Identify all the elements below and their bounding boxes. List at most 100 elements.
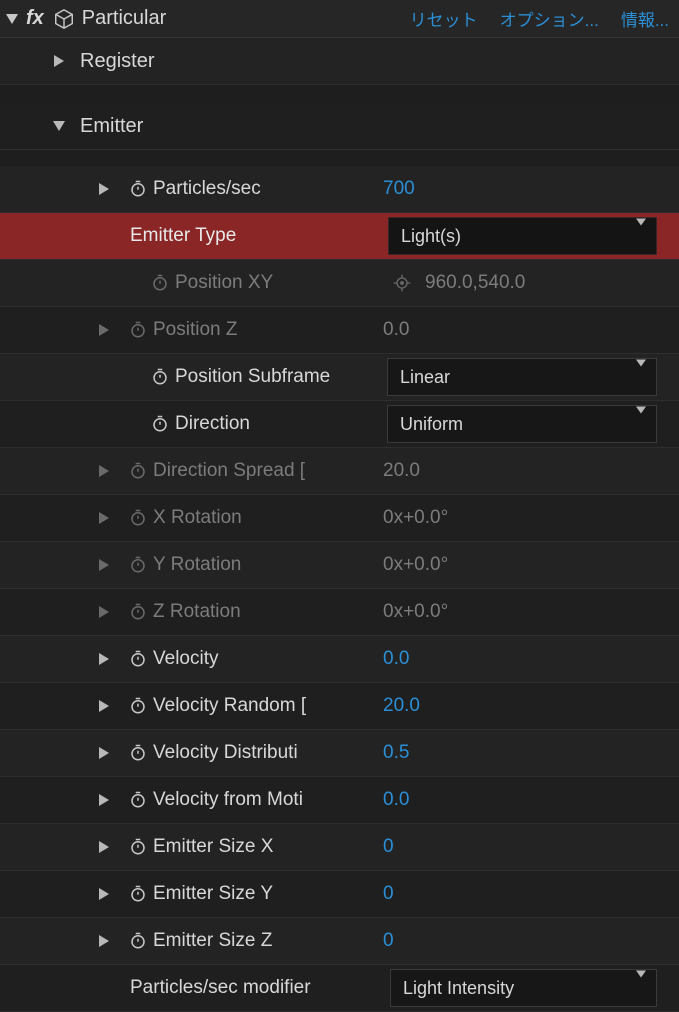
prop-label: Direction Spread [: [153, 460, 305, 481]
row-position-subframe: Position Subframe Linear: [0, 354, 679, 401]
row-x-rotation: X Rotation 0x+0.0°: [0, 495, 679, 542]
effect-panel: fx Particular リセット オプション... 情報... Regist…: [0, 0, 679, 1012]
stopwatch-icon[interactable]: [123, 744, 153, 762]
dropdown-value: Light Intensity: [403, 978, 514, 999]
row-direction: Direction Uniform: [0, 401, 679, 448]
twirl[interactable]: [95, 700, 113, 712]
prop-value[interactable]: 0.5: [383, 742, 409, 764]
prop-value[interactable]: 0.0: [383, 648, 409, 670]
collapse-toggle-icon[interactable]: [6, 14, 18, 24]
row-emitter-size-z: Emitter Size Z 0: [0, 918, 679, 965]
chevron-down-icon: [636, 219, 646, 246]
prop-value[interactable]: 0x+0.0°: [383, 554, 448, 576]
stopwatch-icon[interactable]: [123, 650, 153, 668]
stopwatch-icon[interactable]: [123, 462, 153, 480]
chevron-down-icon: [636, 407, 646, 434]
prop-value[interactable]: 20.0: [383, 460, 420, 482]
twirl[interactable]: [95, 747, 113, 759]
row-emitter-type: Emitter Type Light(s): [0, 213, 679, 260]
stopwatch-icon[interactable]: [123, 791, 153, 809]
psm-dropdown[interactable]: Light Intensity: [390, 969, 657, 1007]
row-z-rotation: Z Rotation 0x+0.0°: [0, 589, 679, 636]
twirl[interactable]: [95, 606, 113, 618]
prop-value[interactable]: 960.0,540.0: [425, 272, 525, 294]
position-subframe-dropdown[interactable]: Linear: [387, 358, 657, 396]
twirl[interactable]: [95, 888, 113, 900]
twirl[interactable]: [95, 653, 113, 665]
prop-label: Y Rotation: [153, 554, 241, 575]
prop-value[interactable]: 0: [383, 883, 394, 905]
twirl[interactable]: [95, 324, 113, 336]
group-emitter[interactable]: Emitter: [0, 103, 679, 150]
dropdown-value: Linear: [400, 367, 450, 388]
group-register[interactable]: Register: [0, 38, 679, 85]
stopwatch-icon[interactable]: [123, 697, 153, 715]
twirl[interactable]: [95, 559, 113, 571]
prop-label: Position Z: [153, 319, 237, 340]
row-emitter-size-y: Emitter Size Y 0: [0, 871, 679, 918]
prop-value[interactable]: 0.0: [383, 789, 409, 811]
stopwatch-icon[interactable]: [123, 180, 153, 198]
row-velocity-from-motion: Velocity from Moti 0.0: [0, 777, 679, 824]
twirl[interactable]: [95, 935, 113, 947]
stopwatch-icon[interactable]: [123, 509, 153, 527]
prop-label: Particles/sec modifier: [130, 977, 311, 998]
dropdown-value: Light(s): [401, 226, 461, 247]
prop-value[interactable]: 0.0: [383, 319, 409, 341]
row-velocity-random: Velocity Random [ 20.0: [0, 683, 679, 730]
stopwatch-icon[interactable]: [123, 885, 153, 903]
prop-label: Emitter Type: [130, 225, 236, 246]
stopwatch-icon[interactable]: [123, 556, 153, 574]
prop-label: Particles/sec: [153, 178, 261, 199]
row-particles-sec-modifier: Particles/sec modifier Light Intensity: [0, 965, 679, 1012]
prop-label: Velocity Random [: [153, 695, 306, 716]
prop-value[interactable]: 0x+0.0°: [383, 507, 448, 529]
row-velocity-distribution: Velocity Distributi 0.5: [0, 730, 679, 777]
prop-value[interactable]: 0: [383, 930, 394, 952]
fx-badge-icon[interactable]: fx: [26, 7, 44, 30]
stopwatch-icon[interactable]: [145, 415, 175, 433]
prop-label: Position Subframe: [175, 366, 330, 387]
crosshair-icon[interactable]: [387, 273, 417, 293]
reset-link[interactable]: リセット: [410, 6, 478, 31]
prop-label: Emitter Size X: [153, 836, 273, 857]
twirl[interactable]: [95, 183, 113, 195]
group-label: Emitter: [80, 115, 143, 138]
row-position-xy: Position XY 960.0,540.0: [0, 260, 679, 307]
cube-icon: [52, 7, 76, 31]
chevron-down-icon: [636, 971, 646, 998]
stopwatch-icon[interactable]: [145, 368, 175, 386]
info-link[interactable]: 情報...: [621, 6, 669, 31]
prop-label: Position XY: [175, 272, 273, 293]
dropdown-value: Uniform: [400, 414, 463, 435]
stopwatch-icon[interactable]: [123, 603, 153, 621]
twirl-right-icon: [54, 55, 64, 67]
row-particles-sec: Particles/sec 700: [0, 166, 679, 213]
row-velocity: Velocity 0.0: [0, 636, 679, 683]
stopwatch-icon[interactable]: [123, 932, 153, 950]
twirl[interactable]: [95, 512, 113, 524]
prop-label: Z Rotation: [153, 601, 241, 622]
prop-value[interactable]: 0: [383, 836, 394, 858]
prop-label: Direction: [175, 413, 250, 434]
row-direction-spread: Direction Spread [ 20.0: [0, 448, 679, 495]
prop-value[interactable]: 700: [383, 178, 415, 200]
stopwatch-icon[interactable]: [123, 838, 153, 856]
twirl[interactable]: [95, 465, 113, 477]
effect-header: fx Particular リセット オプション... 情報...: [0, 0, 679, 38]
row-y-rotation: Y Rotation 0x+0.0°: [0, 542, 679, 589]
emitter-type-dropdown[interactable]: Light(s): [388, 217, 657, 255]
chevron-down-icon: [636, 360, 646, 387]
prop-label: Emitter Size Z: [153, 930, 272, 951]
twirl[interactable]: [95, 841, 113, 853]
prop-value[interactable]: 20.0: [383, 695, 420, 717]
row-emitter-size-x: Emitter Size X 0: [0, 824, 679, 871]
stopwatch-icon[interactable]: [123, 321, 153, 339]
direction-dropdown[interactable]: Uniform: [387, 405, 657, 443]
plugin-name: Particular: [82, 7, 166, 30]
twirl[interactable]: [95, 794, 113, 806]
twirl-down-icon: [53, 121, 65, 131]
options-link[interactable]: オプション...: [500, 6, 599, 31]
prop-value[interactable]: 0x+0.0°: [383, 601, 448, 623]
stopwatch-icon[interactable]: [145, 274, 175, 292]
